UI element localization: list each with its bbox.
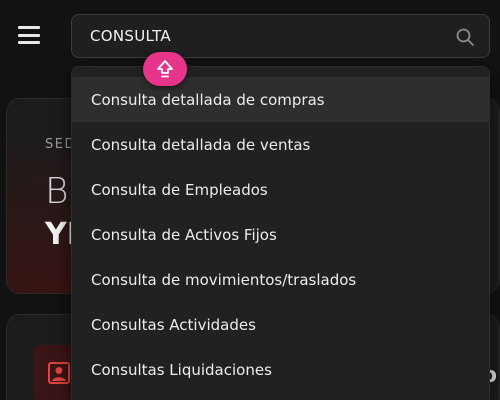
shift-indicator bbox=[143, 52, 187, 86]
suggestion-item[interactable]: Consultas Liquidaciones bbox=[72, 347, 489, 392]
suggestion-item[interactable]: Consulta de movimientos/traslados bbox=[72, 257, 489, 302]
suggestion-item[interactable]: Consulta detallada de ventas bbox=[72, 122, 489, 167]
suggestion-item[interactable]: Consulta detallada de compras bbox=[72, 77, 489, 122]
top-bar bbox=[0, 0, 500, 72]
suggestion-item[interactable]: Consulta de Empleados bbox=[72, 167, 489, 212]
suggestion-item[interactable]: Consulta de Activos Fijos bbox=[72, 212, 489, 257]
search-icon[interactable] bbox=[455, 27, 475, 47]
search-box[interactable] bbox=[71, 14, 490, 58]
suggestion-item[interactable]: Consultas Actividades bbox=[72, 302, 489, 347]
search-input[interactable] bbox=[90, 15, 430, 57]
search-suggestions-dropdown: Consulta detallada de compras Consulta d… bbox=[71, 66, 490, 400]
hamburger-menu-icon[interactable] bbox=[18, 26, 40, 44]
shift-up-arrow-icon bbox=[157, 60, 173, 78]
